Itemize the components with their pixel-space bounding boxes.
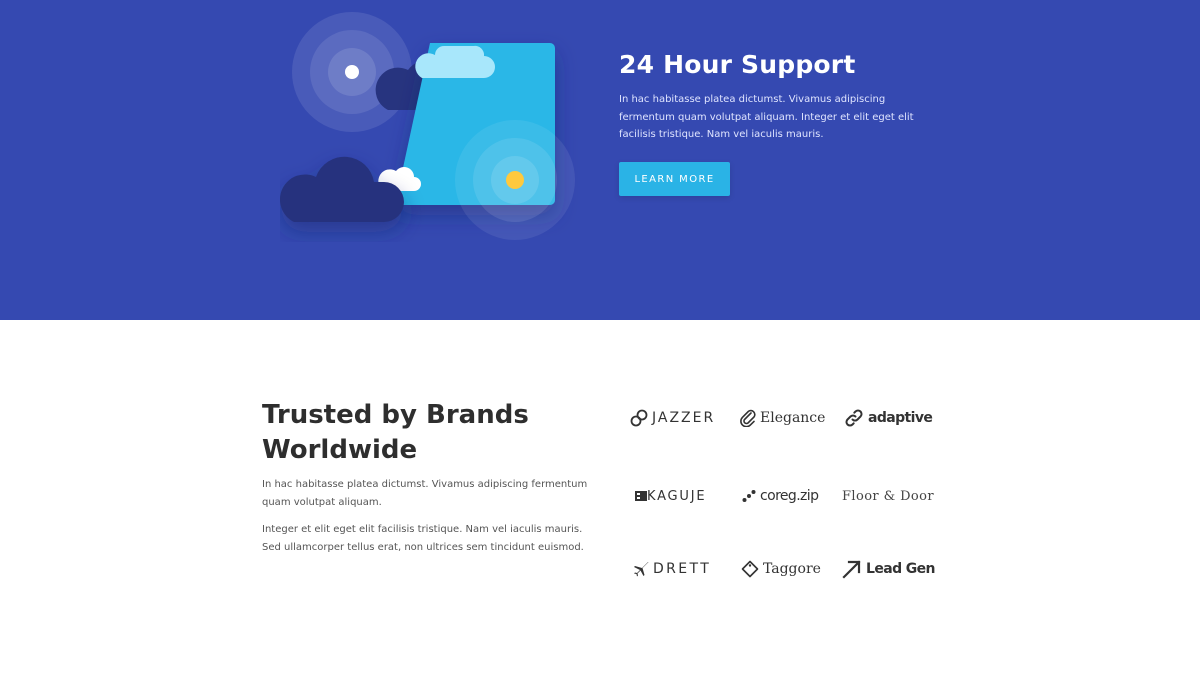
brand-logo-lead-gen[interactable]: Lead Gen bbox=[842, 555, 936, 583]
brand-logo-taggore[interactable]: Taggore bbox=[741, 555, 821, 583]
brand-name: KAGUJE bbox=[647, 488, 707, 504]
brands-title: Trusted by Brands Worldwide bbox=[262, 400, 529, 465]
brands-paragraph-1: In hac habitasse platea dictumst. Vivamu… bbox=[262, 479, 588, 508]
brand-logo-floor-and-door[interactable]: Floor & Door bbox=[842, 482, 934, 510]
cloud-sun-illustration bbox=[280, 12, 575, 240]
chain-link-icon bbox=[845, 409, 863, 427]
brand-name: JAZZER bbox=[652, 410, 716, 426]
brand-name: coreg.zip bbox=[760, 488, 819, 504]
brand-logo-elegance[interactable]: Elegance bbox=[740, 404, 825, 432]
brand-logo-adaptive[interactable]: adaptive bbox=[844, 404, 933, 432]
support-section: 24 Hour Support In hac habitasse platea … bbox=[0, 0, 1200, 320]
brand-name: Elegance bbox=[760, 410, 826, 426]
brand-name: adaptive bbox=[868, 410, 933, 426]
brand-name: Lead Gen bbox=[866, 561, 936, 577]
learn-more-button[interactable]: LEARN MORE bbox=[619, 162, 730, 196]
film-icon bbox=[635, 491, 647, 501]
paperclip-icon bbox=[740, 409, 756, 427]
brand-name: Floor & Door bbox=[842, 488, 934, 504]
tag-icon bbox=[741, 560, 759, 578]
dots-icon bbox=[742, 490, 756, 502]
brand-name: Taggore bbox=[763, 561, 821, 577]
brand-name: DRETT bbox=[653, 561, 712, 577]
weather-illustration bbox=[280, 0, 580, 260]
brand-logo-coregzip[interactable]: coreg.zip bbox=[742, 482, 819, 510]
support-title: 24 Hour Support bbox=[619, 50, 856, 79]
brand-logo-drett[interactable]: DRETT bbox=[633, 555, 711, 583]
brand-logo-jazzer[interactable]: JAZZER bbox=[630, 404, 715, 432]
airplane-icon bbox=[634, 562, 649, 577]
link-icon bbox=[630, 409, 648, 427]
support-description: In hac habitasse platea dictumst. Vivamu… bbox=[619, 94, 914, 140]
arrow-up-right-icon bbox=[842, 560, 861, 579]
brands-paragraph-2: Integer et elit eget elit facilisis tris… bbox=[262, 524, 584, 553]
brand-logo-kaguje[interactable]: KAGUJE bbox=[635, 482, 706, 510]
